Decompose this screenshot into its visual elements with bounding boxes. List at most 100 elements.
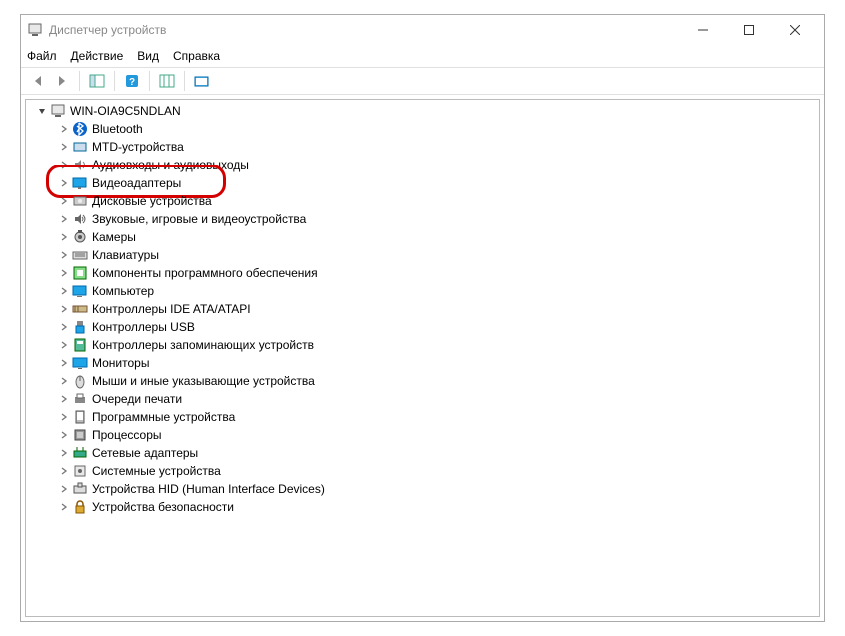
toolbar: ? [21,67,824,95]
mouse-icon [72,373,88,389]
toolbar-separator [114,71,115,91]
tree-node-monitor[interactable]: Мониторы [26,354,819,372]
content-pane: WIN-OIA9C5NDLANBluetoothMTD-устройстваАу… [21,95,824,621]
printer-icon [72,391,88,407]
titlebar: Диспетчер устройств [21,15,824,45]
tree-node-label: Контроллеры IDE ATA/ATAPI [92,302,251,316]
chevron-right-icon[interactable] [58,195,70,207]
tree-node-disk[interactable]: Дисковые устройства [26,192,819,210]
tree-node-label: Системные устройства [92,464,221,478]
network-icon [72,445,88,461]
properties-button[interactable] [191,70,213,92]
tree-node-hid[interactable]: Устройства HID (Human Interface Devices) [26,480,819,498]
monitor-icon [72,355,88,371]
system-icon [72,463,88,479]
camera-icon [72,229,88,245]
tree-node-usb[interactable]: Контроллеры USB [26,318,819,336]
chevron-right-icon[interactable] [58,375,70,387]
window-title: Диспетчер устройств [49,23,680,37]
toolbar-separator [184,71,185,91]
tree-node-system[interactable]: Системные устройства [26,462,819,480]
software-icon [72,265,88,281]
tree-node-label: Звуковые, игровые и видеоустройства [92,212,306,226]
tree-node-label: Видеоадаптеры [92,176,181,190]
bluetooth-icon [72,121,88,137]
tree-node-label: Компоненты программного обеспечения [92,266,318,280]
softdev-icon [72,409,88,425]
menu-view[interactable]: Вид [137,49,159,63]
chevron-right-icon[interactable] [58,123,70,135]
help-button[interactable]: ? [121,70,143,92]
chevron-right-icon[interactable] [58,141,70,153]
menu-file[interactable]: Файл [27,49,57,63]
tree-node-label: Контроллеры запоминающих устройств [92,338,314,352]
tree-node-cpu[interactable]: Процессоры [26,426,819,444]
chevron-right-icon[interactable] [58,177,70,189]
toolbar-separator [149,71,150,91]
chevron-right-icon[interactable] [58,501,70,513]
tree-node-label: Мониторы [92,356,149,370]
tree-node-software[interactable]: Компоненты программного обеспечения [26,264,819,282]
chevron-right-icon[interactable] [58,447,70,459]
chevron-right-icon[interactable] [58,357,70,369]
chevron-right-icon[interactable] [58,429,70,441]
app-icon [27,22,43,38]
toolbar-separator [79,71,80,91]
tree-node-display[interactable]: Видеоадаптеры [26,174,819,192]
tree-node-bluetooth[interactable]: Bluetooth [26,120,819,138]
chevron-right-icon[interactable] [58,213,70,225]
computer-icon [72,283,88,299]
tree-node-printer[interactable]: Очереди печати [26,390,819,408]
tree-node-label: Контроллеры USB [92,320,195,334]
tree-node-mtd[interactable]: MTD-устройства [26,138,819,156]
device-tree[interactable]: WIN-OIA9C5NDLANBluetoothMTD-устройстваАу… [25,99,820,617]
forward-button[interactable] [51,70,73,92]
menu-help[interactable]: Справка [173,49,220,63]
maximize-button[interactable] [726,15,772,45]
chevron-right-icon[interactable] [58,483,70,495]
cpu-icon [72,427,88,443]
tree-node-softdev[interactable]: Программные устройства [26,408,819,426]
menu-action[interactable]: Действие [71,49,124,63]
root-label: WIN-OIA9C5NDLAN [70,104,181,118]
tree-node-label: Дисковые устройства [92,194,212,208]
tree-node-storage[interactable]: Контроллеры запоминающих устройств [26,336,819,354]
show-hide-tree-button[interactable] [86,70,108,92]
chevron-right-icon[interactable] [58,339,70,351]
chevron-right-icon[interactable] [58,411,70,423]
tree-node-ide[interactable]: Контроллеры IDE ATA/ATAPI [26,300,819,318]
display-icon [72,175,88,191]
tree-node-security[interactable]: Устройства безопасности [26,498,819,516]
chevron-right-icon[interactable] [58,321,70,333]
chevron-right-icon[interactable] [58,285,70,297]
close-button[interactable] [772,15,818,45]
scan-hardware-button[interactable] [156,70,178,92]
tree-node-network[interactable]: Сетевые адаптеры [26,444,819,462]
chevron-right-icon[interactable] [58,267,70,279]
tree-node-sound[interactable]: Звуковые, игровые и видеоустройства [26,210,819,228]
tree-node-label: Сетевые адаптеры [92,446,198,460]
computer-icon [50,103,66,119]
tree-node-computer[interactable]: Компьютер [26,282,819,300]
usb-icon [72,319,88,335]
keyboard-icon [72,247,88,263]
chevron-right-icon[interactable] [58,303,70,315]
storage-icon [72,337,88,353]
menubar: Файл Действие Вид Справка [21,45,824,67]
tree-node-label: Процессоры [92,428,162,442]
tree-node-mouse[interactable]: Мыши и иные указывающие устройства [26,372,819,390]
minimize-button[interactable] [680,15,726,45]
chevron-right-icon[interactable] [58,249,70,261]
tree-node-label: Клавиатуры [92,248,159,262]
chevron-right-icon[interactable] [58,231,70,243]
chevron-right-icon[interactable] [58,465,70,477]
tree-node-keyboard[interactable]: Клавиатуры [26,246,819,264]
tree-node-camera[interactable]: Камеры [26,228,819,246]
chevron-down-icon[interactable] [36,105,48,117]
chevron-right-icon[interactable] [58,393,70,405]
sound-icon [72,211,88,227]
hid-icon [72,481,88,497]
tree-node-label: Компьютер [92,284,154,298]
tree-root[interactable]: WIN-OIA9C5NDLAN [26,102,819,120]
back-button[interactable] [27,70,49,92]
